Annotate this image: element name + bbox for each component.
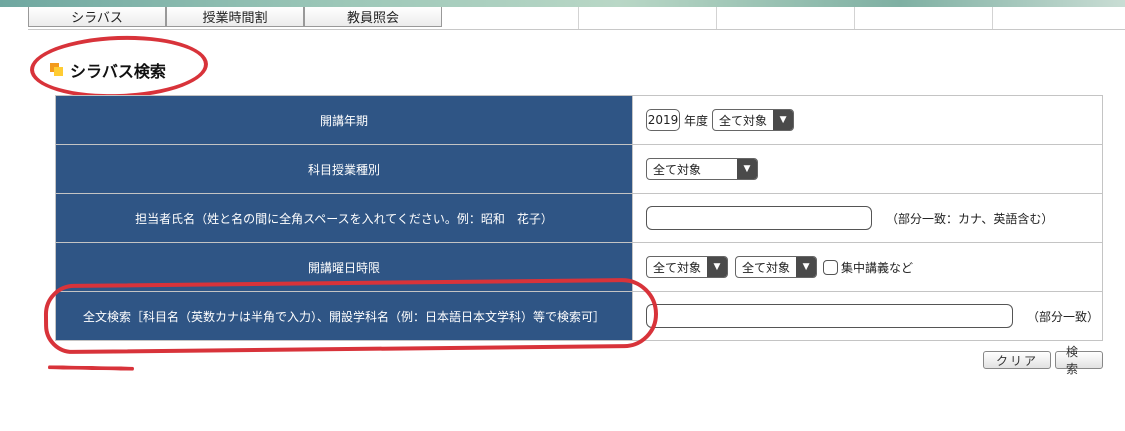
search-button[interactable]: 検索 (1055, 345, 1103, 376)
nav-tab-teacher-lookup[interactable]: 教員照会 (304, 7, 442, 27)
nav-tab-timetable[interactable]: 授業時間割 (166, 7, 304, 27)
clear-button[interactable]: クリア (983, 351, 1051, 369)
intensive-checkbox[interactable] (823, 259, 839, 275)
top-banner-image (0, 0, 1125, 7)
dropdown-arrow-icon: ▼ (707, 257, 728, 277)
nav-empty-cell (855, 7, 993, 29)
year-input[interactable]: 2019 (646, 109, 680, 131)
row-label: 担当者氏名（姓と名の間に全角スペースを入れてください。例：昭和 花子） (55, 193, 633, 243)
intensive-label: 集中講義など (841, 260, 914, 275)
term-select[interactable]: 全て対象 ▼ (712, 109, 795, 131)
year-suffix: 年度 (684, 113, 709, 128)
dropdown-arrow-icon: ▼ (773, 110, 794, 130)
form-row-term: 開講年期 2019 年度 全て対象 ▼ (55, 95, 1103, 145)
top-nav: シラバス 授業時間割 教員照会 (28, 7, 1125, 30)
period-select[interactable]: 全て対象 ▼ (735, 256, 818, 278)
form-buttons: クリア 検索 (983, 345, 1103, 376)
teacher-name-note: （部分一致：カナ、英語含む） (886, 211, 1054, 226)
nav-empty-cell (579, 7, 717, 29)
dropdown-arrow-icon: ▼ (796, 257, 817, 277)
form-row-teacher-name: 担当者氏名（姓と名の間に全角スペースを入れてください。例：昭和 花子） （部分一… (55, 193, 1103, 243)
form-row-subject-type: 科目授業種別 全て対象 ▼ (55, 144, 1103, 194)
nav-tab-syllabus[interactable]: シラバス (28, 7, 166, 27)
annotation-stroke (47, 365, 135, 371)
nav-empty-cell (442, 7, 579, 29)
annotation-circle-fulltext (43, 277, 659, 355)
row-label: 科目授業種別 (55, 144, 633, 194)
dropdown-arrow-icon: ▼ (737, 159, 757, 179)
day-select[interactable]: 全て対象 ▼ (646, 256, 729, 278)
annotation-circle-title (28, 32, 210, 102)
row-label: 開講年期 (55, 95, 633, 145)
subject-type-select[interactable]: 全て対象 ▼ (646, 158, 758, 180)
nav-empty-cell (717, 7, 855, 29)
teacher-name-input[interactable] (646, 206, 872, 230)
fulltext-note: （部分一致） (1027, 309, 1100, 324)
fulltext-search-input[interactable] (646, 304, 1013, 328)
